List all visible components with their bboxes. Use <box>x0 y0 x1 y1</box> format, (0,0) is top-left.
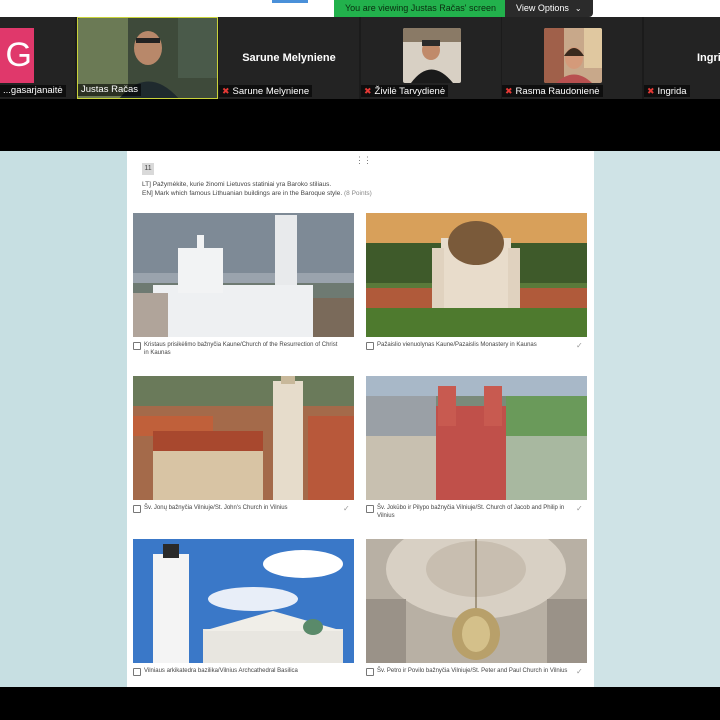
participant-video <box>544 28 602 83</box>
option-item[interactable]: Šv. Petro ir Povilo bažnyčia Vilniuje/St… <box>366 539 587 676</box>
participant-video <box>403 28 461 83</box>
view-options-button[interactable]: View Options ⌄ <box>505 0 593 17</box>
option-item[interactable]: Pažaislio vienuolynas Kaune/Pazaislis Mo… <box>366 213 587 350</box>
option-label: Kristaus prisikėlimo bažnyčia Kaune/Chur… <box>144 342 338 356</box>
option-checkbox[interactable] <box>366 668 374 676</box>
option-label-row: Kristaus prisikėlimo bažnyčia Kaune/Chur… <box>133 341 341 357</box>
participant-tile[interactable]: ✖ Rasma Raudonienė <box>502 17 642 99</box>
question-number: 11 <box>142 163 154 175</box>
participant-name: ✖ Živilė Tarvydienė <box>361 85 449 97</box>
option-checkbox[interactable] <box>133 505 141 513</box>
mic-muted-icon: ✖ <box>364 86 372 96</box>
option-label: Šv. Petro ir Povilo bažnyčia Vilniuje/St… <box>377 668 568 674</box>
participant-tile[interactable]: ✖ Živilė Tarvydienė <box>361 17 501 99</box>
check-icon: ✓ <box>343 504 350 513</box>
form-background-right <box>594 151 720 687</box>
question-points: (8 Points) <box>343 190 372 197</box>
mic-muted-icon: ✖ <box>505 86 513 96</box>
avatar: G <box>0 28 34 83</box>
question-en: EN] Mark which famous Lithuanian buildin… <box>142 190 343 197</box>
option-image <box>133 213 354 337</box>
option-image <box>133 376 354 500</box>
participant-tile[interactable]: Sarune Melyniene ✖ Sarune Melyniene <box>219 17 359 99</box>
participant-tile-active[interactable]: Justas Račas <box>77 17 218 99</box>
chevron-down-icon: ⌄ <box>574 4 582 13</box>
option-image <box>133 539 354 663</box>
check-icon: ✓ <box>576 667 583 676</box>
option-photo <box>133 539 354 663</box>
option-label: Šv. Jokūbo ir Pilypo bažnyčia Vilniuje/S… <box>377 505 565 519</box>
option-label-row: Šv. Petro ir Povilo bažnyčia Vilniuje/St… <box>366 667 583 676</box>
option-image <box>366 539 587 663</box>
check-icon: ✓ <box>576 504 583 513</box>
option-image <box>366 213 587 337</box>
participant-name: ✖ Sarune Melyniene <box>219 85 313 97</box>
option-checkbox[interactable] <box>366 342 374 350</box>
option-item[interactable]: Šv. Jonų bažnyčia Vilniuje/St. John's Ch… <box>133 376 354 513</box>
option-item[interactable]: Vilniaus arkikatedra bazilika/Vilnius Ar… <box>133 539 354 676</box>
option-checkbox[interactable] <box>366 505 374 513</box>
option-label-row: Pažaislio vienuolynas Kaune/Pazaislis Mo… <box>366 341 583 350</box>
option-item[interactable]: Kristaus prisikėlimo bažnyčia Kaune/Chur… <box>133 213 354 357</box>
option-checkbox[interactable] <box>133 342 141 350</box>
window-tab-indicator <box>272 0 308 3</box>
question-text: LT] Pažymėkite, kurie žinomi Lietuvos st… <box>142 180 542 198</box>
option-photo <box>366 213 587 337</box>
option-image <box>366 376 587 500</box>
participant-display-name: Ingri <box>697 52 720 64</box>
option-checkbox[interactable] <box>133 668 141 676</box>
viewing-status: You are viewing Justas Račas' screen <box>334 0 505 17</box>
participant-tile[interactable]: Ingri ✖ Ingrida <box>644 17 720 99</box>
option-photo <box>133 213 354 337</box>
option-label-row: Šv. Jokūbo ir Pilypo bažnyčia Vilniuje/S… <box>366 504 583 520</box>
option-label: Vilniaus arkikatedra bazilika/Vilnius Ar… <box>144 668 298 674</box>
participants-strip: G ...gasarjanaitė Justas Račas Sarune Me… <box>0 17 720 99</box>
participant-name: ✖ Rasma Raudonienė <box>502 85 603 97</box>
option-photo <box>133 376 354 500</box>
check-icon: ✓ <box>576 341 583 350</box>
participant-name: ...gasarjanaitė <box>0 85 66 97</box>
drag-handle-icon[interactable]: ⋮⋮ <box>355 155 372 166</box>
option-label-row: Vilniaus arkikatedra bazilika/Vilnius Ar… <box>133 667 341 676</box>
form-background-left <box>0 151 127 687</box>
share-banner: You are viewing Justas Račas' screen Vie… <box>334 0 593 17</box>
mic-muted-icon: ✖ <box>647 86 655 96</box>
option-label: Pažaislio vienuolynas Kaune/Pazaislis Mo… <box>377 342 537 348</box>
bottom-bar <box>0 687 720 720</box>
participant-name: Justas Račas <box>78 84 142 96</box>
option-photo <box>366 376 587 500</box>
participant-tile[interactable]: G ...gasarjanaitė <box>0 17 75 99</box>
participant-name: ✖ Ingrida <box>644 85 690 97</box>
view-options-label: View Options <box>516 3 569 13</box>
video-gap <box>0 99 720 151</box>
mic-muted-icon: ✖ <box>222 86 230 96</box>
option-label-row: Šv. Jonų bažnyčia Vilniuje/St. John's Ch… <box>133 504 350 513</box>
option-photo <box>366 539 587 663</box>
participant-display-name: Sarune Melyniene <box>242 52 336 64</box>
option-item[interactable]: Šv. Jokūbo ir Pilypo bažnyčia Vilniuje/S… <box>366 376 587 520</box>
shared-screen: ⋮⋮ 11 LT] Pažymėkite, kurie žinomi Lietu… <box>0 151 720 687</box>
question-lt: LT] Pažymėkite, kurie žinomi Lietuvos st… <box>142 181 332 188</box>
option-label: Šv. Jonų bažnyčia Vilniuje/St. John's Ch… <box>144 505 288 511</box>
